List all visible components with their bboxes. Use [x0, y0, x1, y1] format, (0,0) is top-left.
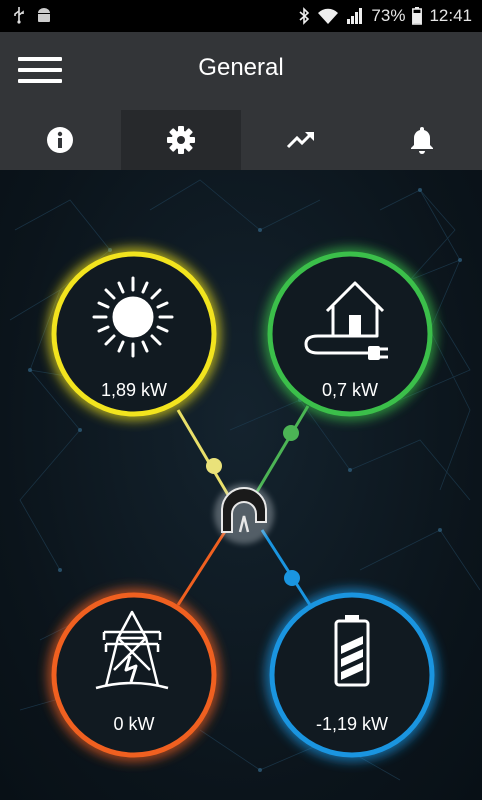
hub-logo-icon[interactable]: [214, 484, 274, 544]
battery-icon: [412, 7, 423, 25]
grid-value: 0 kW: [113, 714, 155, 734]
home-value: 0,7 kW: [321, 380, 378, 400]
battery-value: -1,19 kW: [315, 714, 389, 734]
tab-notifications[interactable]: [362, 110, 482, 170]
bell-icon: [410, 127, 433, 154]
tab-bar: [0, 110, 482, 170]
clock: 12:41: [429, 6, 472, 25]
tab-info[interactable]: [0, 110, 121, 170]
info-icon: [47, 127, 74, 153]
usb-icon: [14, 7, 24, 24]
solar-flow-dot: [206, 458, 222, 474]
app-bar: General: [0, 32, 482, 110]
bluetooth-icon: [299, 7, 310, 25]
signal-icon: [347, 8, 363, 24]
page-title: General: [198, 54, 284, 81]
android-icon: [38, 8, 50, 22]
tab-trends[interactable]: [241, 110, 362, 170]
solar-value: 1,89 kW: [100, 380, 168, 400]
tab-settings[interactable]: [120, 110, 241, 170]
battery-flow-dot: [284, 570, 300, 586]
status-bar: 73% 12:41: [0, 0, 482, 32]
gear-icon: [166, 126, 195, 154]
wifi-icon: [318, 8, 339, 24]
sun-icon: [92, 276, 174, 358]
battery-percent: 73%: [371, 6, 406, 25]
energy-flow-panel: 1,89 kW 0,7 kW 0 kW -1,19 kW: [0, 170, 482, 800]
home-flow-dot: [283, 425, 299, 441]
network-background: [9, 179, 481, 781]
trending-up-icon: [287, 132, 315, 149]
